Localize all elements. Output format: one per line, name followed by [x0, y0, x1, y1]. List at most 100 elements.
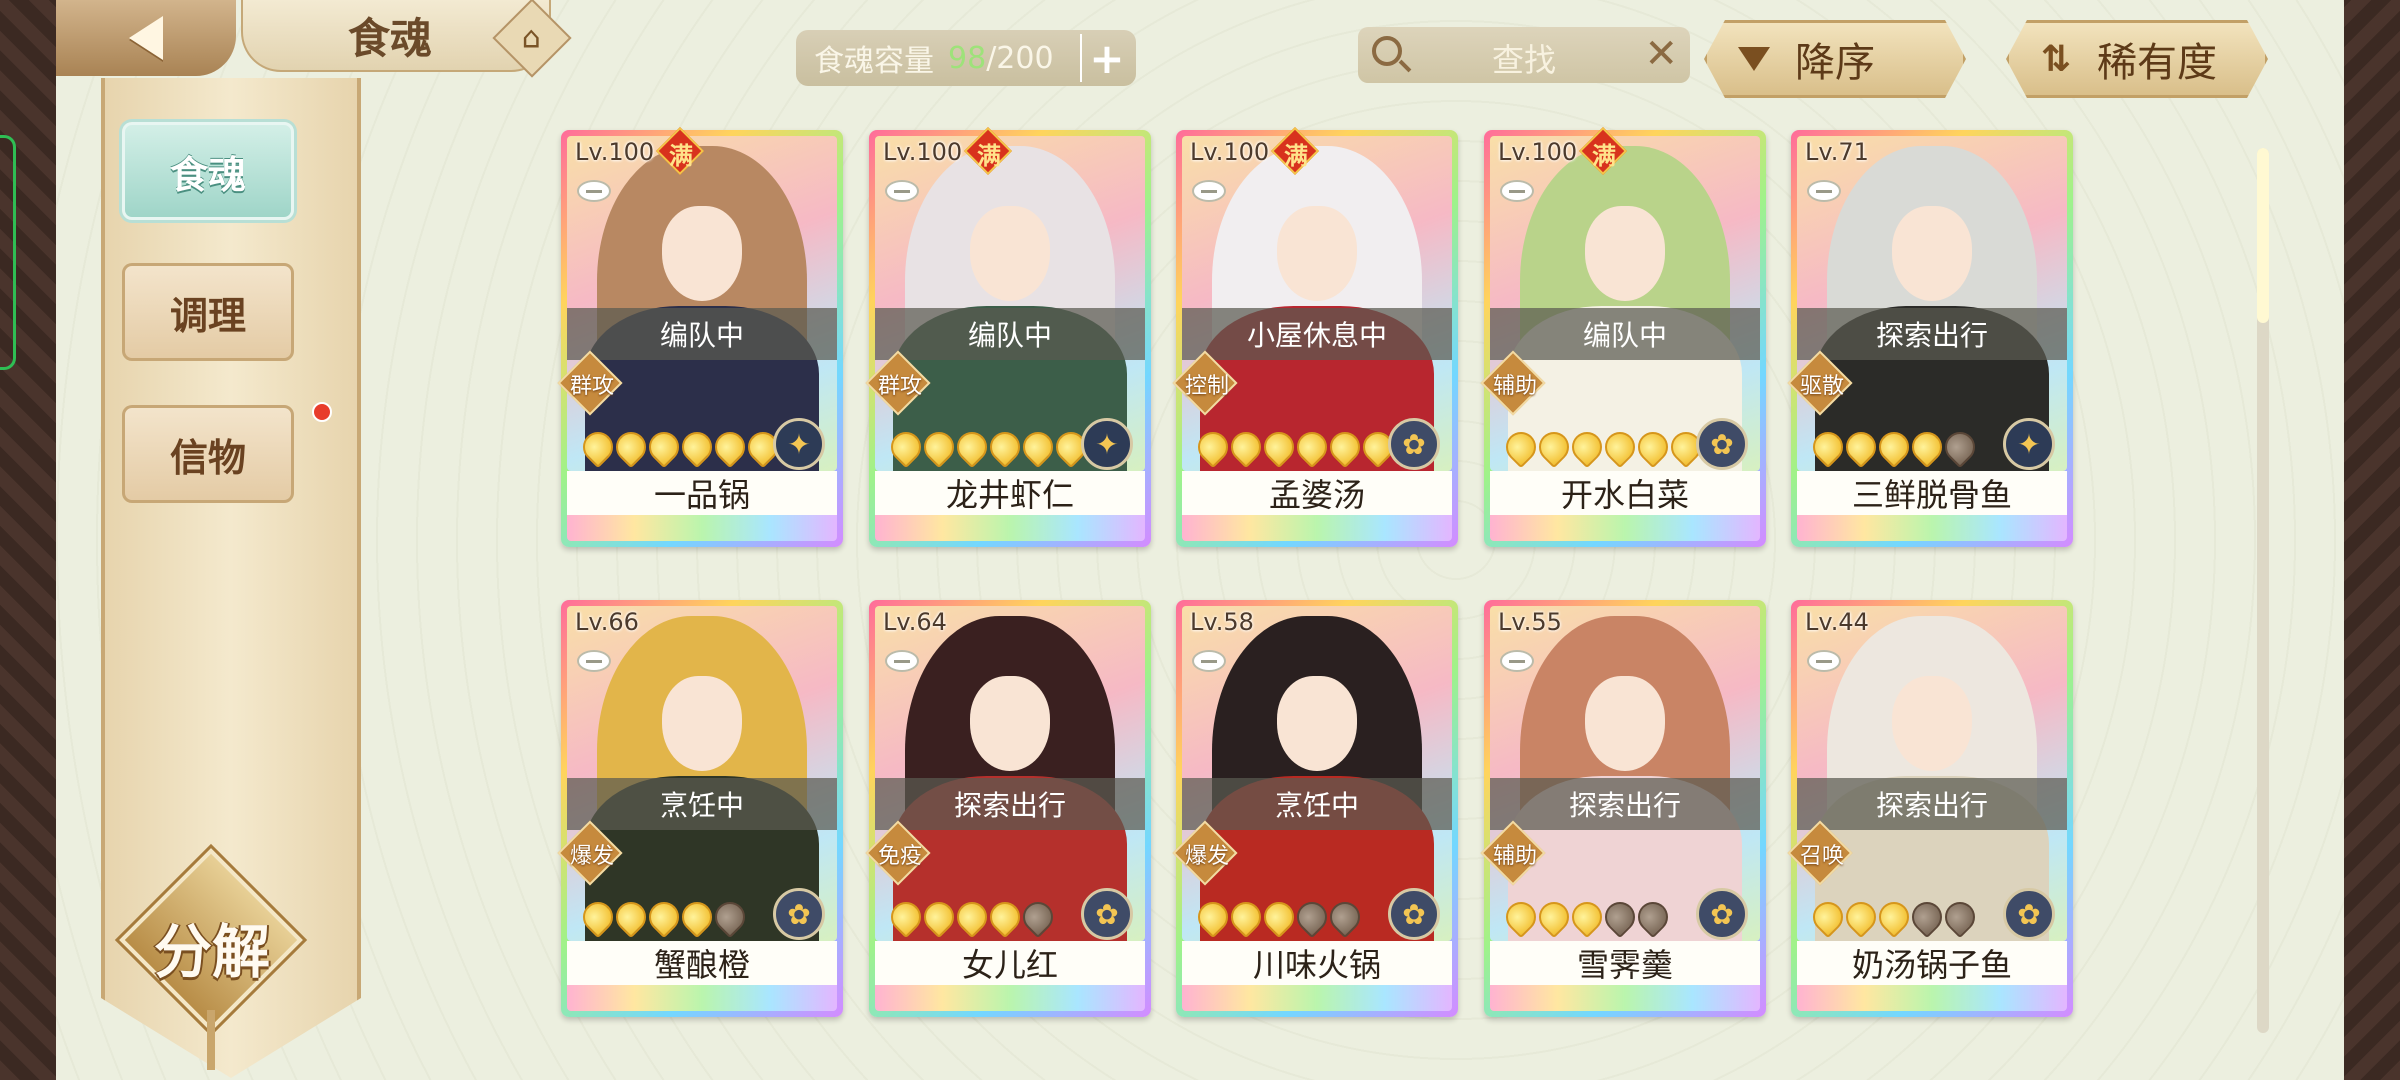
soul-name: 奶汤锅子鱼: [1797, 941, 2067, 985]
star-icon: [1532, 425, 1576, 469]
rarity-strip: [1797, 515, 2067, 541]
level-label: Lv.100: [883, 138, 963, 166]
star-icon: [1499, 895, 1543, 939]
rarity-strip: [567, 985, 837, 1011]
capacity-current: 98: [948, 40, 987, 76]
status-banner: 探索出行: [875, 778, 1145, 830]
lock-icon[interactable]: [1500, 180, 1534, 202]
flower-element-icon: ✿: [1696, 888, 1748, 940]
lock-icon[interactable]: [1807, 650, 1841, 672]
star-icon: [1806, 895, 1850, 939]
star-icon: [708, 895, 752, 939]
star-icon: [1224, 425, 1268, 469]
back-button[interactable]: [56, 0, 236, 76]
pagoda-icon: ⌂: [522, 20, 542, 56]
portrait-face: [1892, 676, 1972, 771]
star-icon: [1905, 425, 1949, 469]
scrollbar-thumb[interactable]: [2257, 148, 2269, 323]
flame-element-icon: ✦: [2003, 418, 2055, 470]
capacity-max: /200: [986, 40, 1054, 76]
add-capacity-button[interactable]: +: [1080, 34, 1132, 83]
swap-arrows-icon: ⇅: [2040, 38, 2072, 80]
level-label: Lv.44: [1805, 608, 1869, 636]
role-label: 辅助: [1492, 374, 1537, 399]
clear-search-button[interactable]: ✕: [1644, 31, 1678, 77]
rarity-strip: [875, 515, 1145, 541]
status-banner: 编队中: [1490, 308, 1760, 360]
star-icon: [675, 895, 719, 939]
status-banner: 烹饪中: [567, 778, 837, 830]
star-icon: [917, 895, 961, 939]
soul-card[interactable]: Lv.100 满 编队中 辅助 ✿ 开水白菜: [1480, 126, 1766, 547]
soul-name: 女儿红: [875, 941, 1145, 985]
star-icon: [642, 895, 686, 939]
role-label: 群攻: [877, 374, 922, 399]
sort-key-button[interactable]: ⇅ 稀有度: [2006, 20, 2268, 98]
sort-key-label: 稀有度: [2097, 40, 2217, 86]
lock-icon[interactable]: [885, 650, 919, 672]
star-icon: [1191, 425, 1235, 469]
nav-token-tab[interactable]: 信物: [122, 405, 294, 503]
lock-icon[interactable]: [577, 180, 611, 202]
soul-card[interactable]: Lv.100 满 编队中 群攻 ✦ 一品锅: [557, 126, 843, 547]
star-icon: [1806, 425, 1850, 469]
soul-card[interactable]: Lv.71 探索出行 驱散 ✦ 三鲜脱骨鱼: [1787, 130, 2073, 547]
star-icon: [1598, 425, 1642, 469]
star-icon: [708, 425, 752, 469]
lock-icon[interactable]: [1500, 650, 1534, 672]
star-icon: [983, 425, 1027, 469]
role-label: 群攻: [569, 374, 614, 399]
status-banner: 烹饪中: [1182, 778, 1452, 830]
flame-element-icon: ✦: [1081, 418, 1133, 470]
star-icon: [1290, 425, 1334, 469]
portrait-face: [1277, 206, 1357, 301]
star-icon: [1499, 425, 1543, 469]
search-input[interactable]: 查找 ✕: [1358, 27, 1690, 83]
lock-icon[interactable]: [577, 650, 611, 672]
level-label: Lv.58: [1190, 608, 1254, 636]
flower-element-icon: ✿: [1388, 418, 1440, 470]
soul-card[interactable]: Lv.64 探索出行 免疫 ✿ 女儿红: [865, 600, 1151, 1017]
portrait-face: [970, 206, 1050, 301]
role-label: 辅助: [1492, 844, 1537, 869]
flower-element-icon: ✿: [773, 888, 825, 940]
level-label: Lv.66: [575, 608, 639, 636]
nav-cultivate-tab[interactable]: 调理: [122, 263, 294, 361]
soul-name: 蟹酿橙: [567, 941, 837, 985]
star-icon: [1938, 895, 1982, 939]
lock-icon[interactable]: [1807, 180, 1841, 202]
level-label: Lv.55: [1498, 608, 1562, 636]
level-label: Lv.100: [1498, 138, 1578, 166]
lock-icon[interactable]: [1192, 180, 1226, 202]
nav-soul-tab[interactable]: 食魂: [122, 122, 294, 220]
star-icon: [1290, 895, 1334, 939]
soul-card[interactable]: Lv.58 烹饪中 爆发 ✿ 川味火锅: [1172, 600, 1458, 1017]
flower-element-icon: ✿: [1081, 888, 1133, 940]
soul-card[interactable]: Lv.100 满 编队中 群攻 ✦ 龙井虾仁: [865, 126, 1151, 547]
star-icon: [950, 425, 994, 469]
star-icon: [1323, 895, 1367, 939]
soul-name: 开水白菜: [1490, 471, 1760, 515]
star-icon: [1938, 425, 1982, 469]
role-label: 召唤: [1799, 844, 1844, 869]
rarity-strip: [875, 985, 1145, 1011]
level-label: Lv.71: [1805, 138, 1869, 166]
status-banner: 小屋休息中: [1182, 308, 1452, 360]
edge-handle[interactable]: [0, 135, 16, 370]
soul-card[interactable]: Lv.44 探索出行 召唤 ✿ 奶汤锅子鱼: [1787, 600, 2073, 1017]
star-icon: [884, 425, 928, 469]
lock-icon[interactable]: [1192, 650, 1226, 672]
star-icon: [1631, 895, 1675, 939]
soul-card[interactable]: Lv.100 满 小屋休息中 控制 ✿ 孟婆汤: [1172, 126, 1458, 547]
star-icon: [1257, 425, 1301, 469]
soul-card[interactable]: Lv.66 烹饪中 爆发 ✿ 蟹酿橙: [557, 600, 843, 1017]
star-icon: [1257, 895, 1301, 939]
lock-icon[interactable]: [885, 180, 919, 202]
star-icon: [1016, 895, 1060, 939]
sort-order-button[interactable]: 降序: [1704, 20, 1966, 98]
star-icon: [1839, 425, 1883, 469]
scrollbar[interactable]: [2257, 148, 2269, 1033]
soul-card[interactable]: Lv.55 探索出行 辅助 ✿ 雪霁羹: [1480, 600, 1766, 1017]
soul-name: 川味火锅: [1182, 941, 1452, 985]
status-banner: 探索出行: [1490, 778, 1760, 830]
